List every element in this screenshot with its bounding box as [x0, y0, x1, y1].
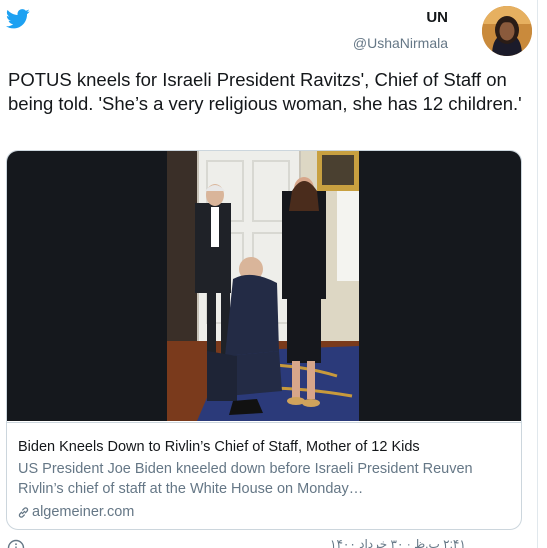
avatar-photo	[482, 6, 532, 56]
card-domain[interactable]: algemeiner.com	[17, 502, 134, 522]
card-domain-text[interactable]: algemeiner.com	[32, 502, 134, 522]
tweet-footer: ۲:۴۱ ب.ظ · ۳۰ خرداد ۱۴۰۰	[0, 536, 537, 548]
card-photo	[167, 151, 359, 421]
divider-right	[537, 0, 538, 548]
tweet-text: POTUS kneels for Israeli President Ravit…	[8, 69, 522, 114]
link-icon	[18, 506, 29, 518]
twitter-bird-icon[interactable]	[6, 9, 30, 29]
tweet-timestamp[interactable]: ۲:۴۱ ب.ظ · ۳۰ خرداد ۱۴۰۰	[330, 537, 466, 548]
author-handle[interactable]: @UshaNirmala	[353, 33, 448, 53]
card-image[interactable]	[7, 151, 521, 421]
info-icon[interactable]	[7, 539, 25, 548]
card-title[interactable]: Biden Kneels Down to Rivlin’s Chief of S…	[18, 437, 420, 457]
link-card[interactable]: Biden Kneels Down to Rivlin’s Chief of S…	[6, 150, 522, 530]
avatar[interactable]	[482, 6, 532, 56]
card-description: US President Joe Biden kneeled down befo…	[18, 461, 473, 497]
author-name[interactable]: UN	[353, 8, 448, 28]
card-body[interactable]: Biden Kneels Down to Rivlin’s Chief of S…	[7, 422, 521, 529]
